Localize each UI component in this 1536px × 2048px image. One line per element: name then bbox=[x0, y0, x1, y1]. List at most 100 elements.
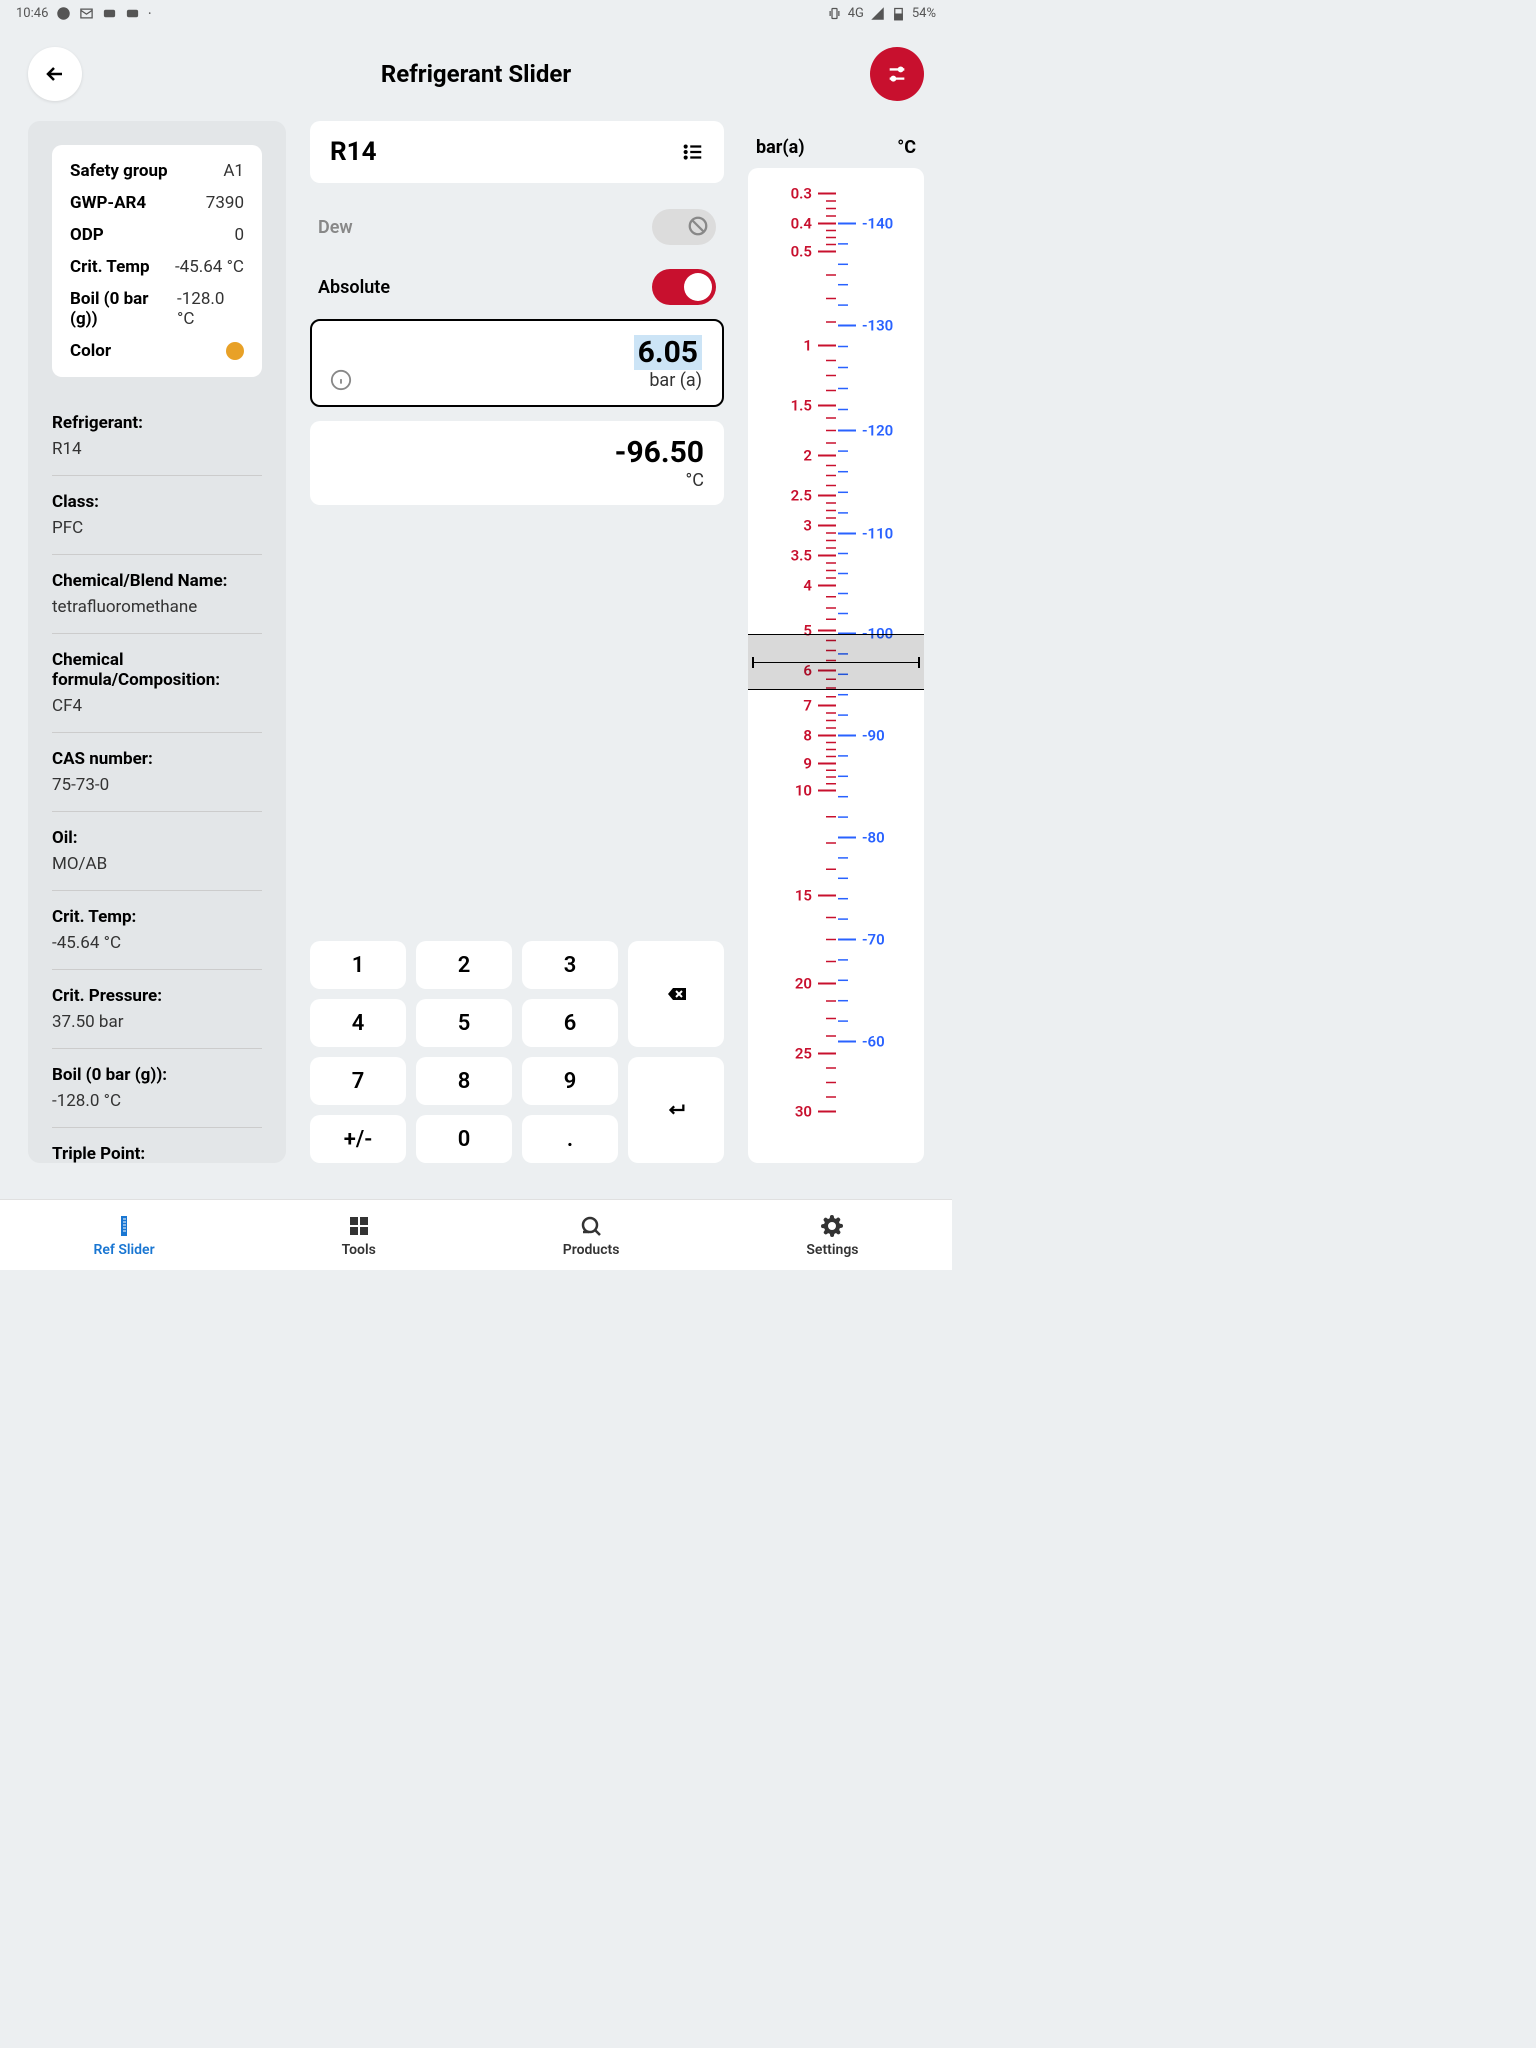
color-label: Color bbox=[70, 341, 111, 361]
svg-text:0.3: 0.3 bbox=[791, 185, 812, 203]
absolute-label: Absolute bbox=[318, 277, 390, 298]
svg-text:25: 25 bbox=[795, 1045, 812, 1063]
key-3[interactable]: 3 bbox=[522, 941, 618, 989]
odp-label: ODP bbox=[70, 225, 104, 245]
boil-label: Boil (0 bar (g)) bbox=[70, 289, 177, 329]
ctemp-value: -45.64 °C bbox=[52, 933, 262, 953]
boil2-label: Boil (0 bar (g)): bbox=[52, 1065, 262, 1085]
ruler-slider[interactable]: 0.30.40.511.522.533.54567891015202530 -1… bbox=[748, 168, 924, 1163]
nav-products[interactable]: Products bbox=[563, 1214, 620, 1258]
disabled-icon bbox=[687, 215, 709, 237]
refrigerant-name: R14 bbox=[330, 137, 377, 167]
safety-group-value: A1 bbox=[223, 161, 244, 181]
page-title: Refrigerant Slider bbox=[381, 60, 571, 88]
dew-label: Dew bbox=[318, 217, 353, 238]
key-0[interactable]: 0 bbox=[416, 1115, 512, 1163]
boil-value: -128.0 °C bbox=[177, 289, 244, 329]
refrigerant-label: Refrigerant: bbox=[52, 413, 262, 433]
status-network: 4G bbox=[848, 6, 864, 21]
youtube-icon bbox=[102, 6, 117, 21]
svg-text:7: 7 bbox=[803, 697, 812, 715]
nav-settings[interactable]: Settings bbox=[806, 1214, 858, 1258]
temperature-value: -96.50 bbox=[330, 435, 704, 470]
key-5[interactable]: 5 bbox=[416, 999, 512, 1047]
svg-text:20: 20 bbox=[795, 975, 812, 993]
svg-text:30: 30 bbox=[795, 1103, 812, 1121]
app-header: Refrigerant Slider bbox=[0, 27, 952, 121]
pressure-input-card[interactable]: 6.05 bar (a) bbox=[310, 319, 724, 407]
key-1[interactable]: 1 bbox=[310, 941, 406, 989]
gwp-value: 7390 bbox=[206, 193, 244, 213]
back-button[interactable] bbox=[28, 47, 82, 101]
bottom-nav: Ref Slider Tools Products Settings bbox=[0, 1199, 952, 1270]
formula-value: CF4 bbox=[52, 696, 262, 716]
enter-icon bbox=[665, 1099, 687, 1121]
spotify-icon bbox=[56, 6, 71, 21]
status-dot: • bbox=[148, 9, 151, 18]
keypad: 1 2 3 4 5 6 7 8 9 +/- 0 . bbox=[310, 941, 724, 1163]
properties-card: Safety group A1 GWP-AR4 7390 ODP 0 Crit. Te… bbox=[52, 145, 262, 377]
chemical-name-value: tetrafluoromethane bbox=[52, 597, 262, 617]
pressure-value: 6.05 bbox=[634, 335, 702, 370]
ruler-indicator[interactable] bbox=[748, 634, 924, 690]
key-2[interactable]: 2 bbox=[416, 941, 512, 989]
arrow-left-icon bbox=[43, 62, 67, 86]
key-7[interactable]: 7 bbox=[310, 1057, 406, 1105]
sliders-icon bbox=[886, 63, 908, 85]
cas-value: 75-73-0 bbox=[52, 775, 262, 795]
svg-text:-70: -70 bbox=[862, 931, 885, 949]
svg-text:1.5: 1.5 bbox=[791, 397, 812, 415]
ruler-right-label: °C bbox=[897, 137, 916, 158]
nav-settings-label: Settings bbox=[806, 1242, 858, 1258]
svg-text:3: 3 bbox=[803, 517, 812, 535]
absolute-toggle[interactable] bbox=[652, 269, 716, 305]
info-icon bbox=[330, 369, 352, 391]
svg-text:9: 9 bbox=[803, 755, 812, 773]
nav-tools[interactable]: Tools bbox=[342, 1214, 376, 1258]
oil-label: Oil: bbox=[52, 828, 262, 848]
svg-text:2.5: 2.5 bbox=[791, 487, 812, 505]
settings-button[interactable] bbox=[870, 47, 924, 101]
svg-text:1: 1 bbox=[803, 337, 812, 355]
key-dot[interactable]: . bbox=[522, 1115, 618, 1163]
battery-icon bbox=[891, 6, 906, 21]
svg-text:4: 4 bbox=[803, 577, 812, 595]
svg-text:0.5: 0.5 bbox=[791, 243, 812, 261]
triple-label: Triple Point: bbox=[52, 1144, 262, 1163]
svg-text:3.5: 3.5 bbox=[791, 547, 812, 565]
temperature-card[interactable]: -96.50 °C bbox=[310, 421, 724, 505]
crit-temp-label: Crit. Temp bbox=[70, 257, 150, 277]
status-bar: 10:46 • 4G 54% bbox=[0, 0, 952, 27]
nav-ref-slider[interactable]: Ref Slider bbox=[93, 1214, 154, 1258]
class-label: Class: bbox=[52, 492, 262, 512]
ruler-icon bbox=[112, 1214, 136, 1238]
key-6[interactable]: 6 bbox=[522, 999, 618, 1047]
svg-text:15: 15 bbox=[795, 887, 812, 905]
signal-icon bbox=[870, 6, 885, 21]
key-9[interactable]: 9 bbox=[522, 1057, 618, 1105]
pressure-unit: bar (a) bbox=[332, 370, 702, 391]
svg-text:-80: -80 bbox=[862, 829, 885, 847]
key-4[interactable]: 4 bbox=[310, 999, 406, 1047]
gwp-label: GWP-AR4 bbox=[70, 193, 146, 213]
boil2-value: -128.0 °C bbox=[52, 1091, 262, 1111]
safety-group-label: Safety group bbox=[70, 161, 168, 181]
oil-value: MO/AB bbox=[52, 854, 262, 874]
key-enter[interactable] bbox=[628, 1057, 724, 1163]
refrigerant-selector[interactable]: R14 bbox=[310, 121, 724, 183]
crit-temp-value: -45.64 °C bbox=[175, 257, 244, 277]
color-dot bbox=[226, 342, 244, 360]
vibrate-icon bbox=[827, 6, 842, 21]
svg-text:-140: -140 bbox=[862, 215, 893, 233]
dew-toggle[interactable] bbox=[652, 209, 716, 245]
key-8[interactable]: 8 bbox=[416, 1057, 512, 1105]
temperature-unit: °C bbox=[330, 470, 704, 491]
svg-text:-60: -60 bbox=[862, 1033, 885, 1051]
refrigerant-value: R14 bbox=[52, 439, 262, 459]
key-backspace[interactable] bbox=[628, 941, 724, 1047]
mail-icon bbox=[79, 6, 94, 21]
odp-value: 0 bbox=[234, 225, 244, 245]
video-icon bbox=[125, 6, 140, 21]
key-sign[interactable]: +/- bbox=[310, 1115, 406, 1163]
ctemp-label: Crit. Temp: bbox=[52, 907, 262, 927]
